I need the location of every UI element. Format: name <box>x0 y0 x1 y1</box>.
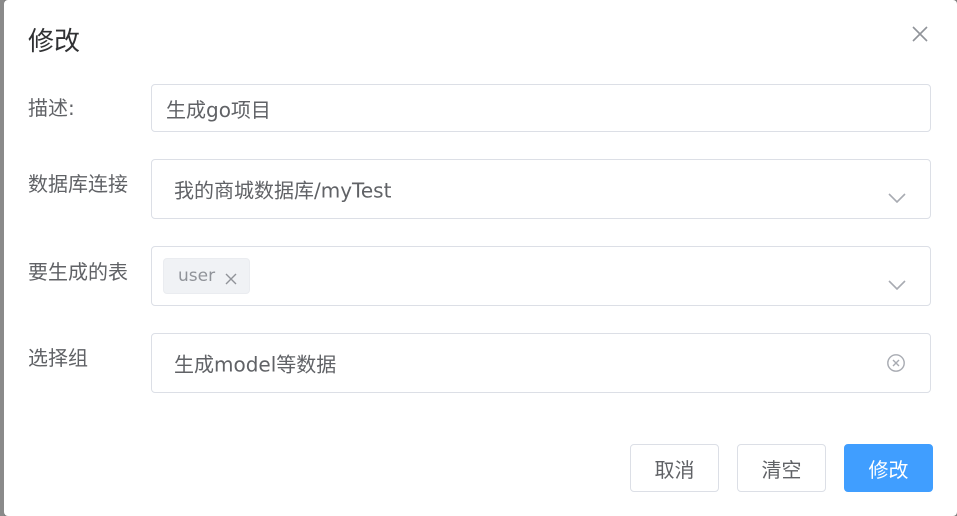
tables-label: 要生成的表 <box>28 260 128 284</box>
group-label: 选择组 <box>28 346 88 370</box>
table-tag-label: user <box>178 266 216 286</box>
group-value: 生成model等数据 <box>174 352 337 377</box>
description-field[interactable] <box>151 84 931 132</box>
description-input[interactable] <box>166 85 906 131</box>
chevron-down-icon[interactable] <box>888 271 906 291</box>
description-label: 描述: <box>28 96 75 120</box>
db-connection-select[interactable]: 我的商城数据库/myTest <box>151 159 931 219</box>
dialog-title: 修改 <box>28 27 81 57</box>
table-tag: user <box>163 258 251 294</box>
group-select[interactable]: 生成model等数据 <box>151 333 931 393</box>
close-icon[interactable] <box>910 24 930 44</box>
tables-select[interactable]: user <box>151 246 931 306</box>
close-icon[interactable] <box>225 270 237 285</box>
circle-close-icon[interactable] <box>886 353 906 373</box>
chevron-down-icon[interactable] <box>888 184 906 204</box>
edit-dialog: 修改 描述: 数据库连接 我的商城数据库/myTest 要生成的表 user <box>4 0 957 516</box>
submit-button[interactable]: 修改 <box>844 444 933 492</box>
db-connection-value: 我的商城数据库/myTest <box>174 178 392 203</box>
db-connection-label: 数据库连接 <box>28 172 128 196</box>
cancel-button[interactable]: 取消 <box>630 444 719 492</box>
clear-button[interactable]: 清空 <box>737 444 826 492</box>
